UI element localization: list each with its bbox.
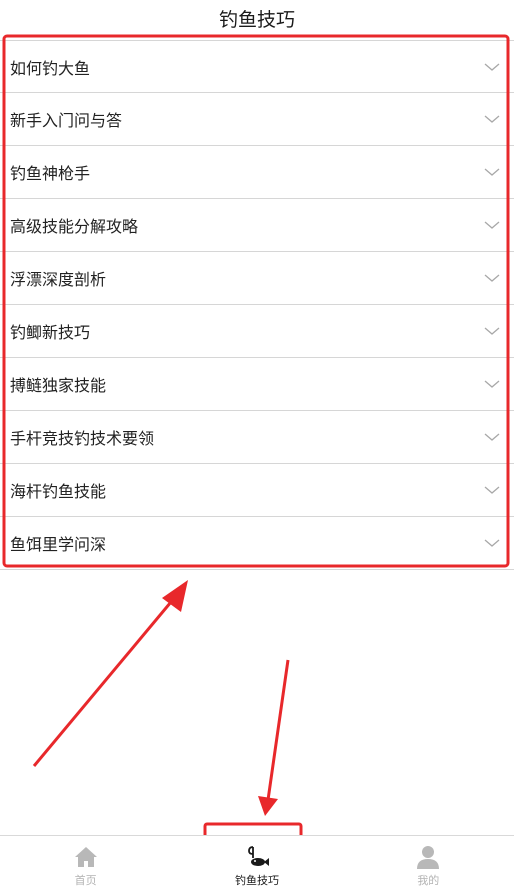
chevron-down-icon	[484, 486, 500, 494]
list-item[interactable]: 搏鲢独家技能	[0, 358, 514, 411]
tab-label: 首页	[74, 874, 97, 887]
arrow-to-list	[32, 589, 183, 767]
list-item-label: 海杆钓鱼技能	[10, 482, 107, 501]
list-item-label: 浮漂深度剖析	[10, 270, 107, 289]
tab-bar: 首页 钓鱼技巧 我的	[0, 835, 514, 890]
list-item[interactable]: 钓鲫新技巧	[0, 305, 514, 358]
chevron-down-icon	[484, 433, 500, 441]
chevron-down-icon	[484, 274, 500, 282]
tips-list: 如何钓大鱼 新手入门问与答 钓鱼神枪手 高级技能分解攻略 浮漂深度剖析 钓鲫新技…	[0, 40, 514, 570]
list-item-label: 高级技能分解攻略	[10, 217, 139, 236]
chevron-down-icon	[484, 63, 500, 71]
tab-fishing-tips[interactable]: 钓鱼技巧	[171, 836, 342, 890]
tab-home[interactable]: 首页	[0, 836, 171, 890]
header: 钓鱼技巧	[0, 0, 514, 36]
list-item[interactable]: 新手入门问与答	[0, 93, 514, 146]
chevron-down-icon	[484, 221, 500, 229]
user-icon	[417, 846, 440, 869]
list-item-label: 搏鲢独家技能	[10, 376, 107, 395]
tab-label: 我的	[417, 874, 440, 887]
chevron-down-icon	[484, 327, 500, 335]
page-title: 钓鱼技巧	[218, 8, 295, 31]
list-item[interactable]: 钓鱼神枪手	[0, 146, 514, 199]
list-item-label: 新手入门问与答	[10, 111, 123, 130]
chevron-down-icon	[484, 539, 500, 547]
tab-label: 钓鱼技巧	[234, 874, 279, 887]
list-item-label: 手杆竞技钓技术要领	[10, 429, 155, 448]
list-item-label: 鱼饵里学问深	[10, 535, 107, 554]
list-item[interactable]: 手杆竞技钓技术要领	[0, 411, 514, 464]
chevron-down-icon	[484, 168, 500, 176]
page: 钓鱼技巧 如何钓大鱼 新手入门问与答 钓鱼神枪手 高级技能分解攻略 浮漂深度剖析…	[0, 0, 514, 890]
fishing-hook-icon	[248, 846, 269, 866]
home-icon	[74, 847, 97, 867]
list-item-label: 钓鱼神枪手	[10, 164, 91, 183]
arrow-to-tab-head	[258, 796, 278, 816]
arrow-to-tab	[266, 659, 290, 801]
list-item[interactable]: 鱼饵里学问深	[0, 517, 514, 570]
arrow-to-list-head	[162, 580, 188, 612]
chevron-down-icon	[484, 115, 500, 123]
chevron-down-icon	[484, 380, 500, 388]
list-item[interactable]: 海杆钓鱼技能	[0, 464, 514, 517]
list-item-label: 如何钓大鱼	[10, 58, 91, 78]
list-item-label: 钓鲫新技巧	[10, 323, 91, 342]
list-item[interactable]: 浮漂深度剖析	[0, 252, 514, 305]
tab-profile[interactable]: 我的	[343, 836, 514, 890]
list-item[interactable]: 如何钓大鱼	[0, 40, 514, 93]
list-item[interactable]: 高级技能分解攻略	[0, 199, 514, 252]
